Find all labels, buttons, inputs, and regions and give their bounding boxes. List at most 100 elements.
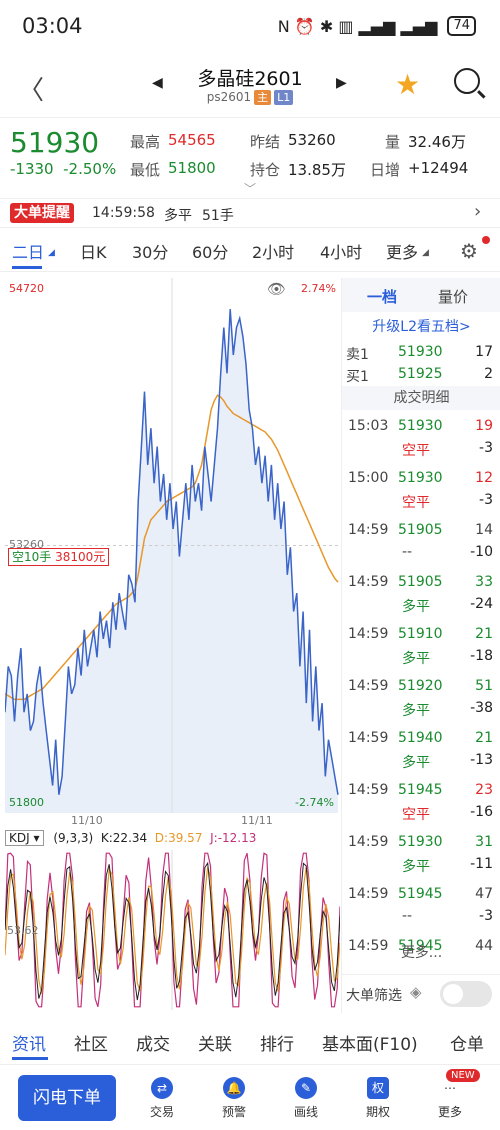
more-trades-link[interactable]: 更多... <box>342 942 500 962</box>
trade-row-stripe <box>342 906 500 932</box>
trade-volume: 19 <box>475 418 493 434</box>
trade-oi-change: -13 <box>470 752 493 768</box>
settings-gear-icon[interactable]: ⚙ <box>460 239 478 263</box>
x-axis-date-1: 11/10 <box>71 814 103 827</box>
kdj-j-value: -12.13 <box>217 831 257 845</box>
option-button[interactable]: 权期权 <box>348 1077 408 1120</box>
tab-two-day-dropdown-icon[interactable]: ◢ <box>48 248 55 258</box>
expand-chevron-icon[interactable]: ﹀ <box>244 180 256 197</box>
eye-icon[interactable]: 👁 <box>267 280 286 298</box>
trade-oi-change: -24 <box>470 596 493 612</box>
trade-time: 14:59 <box>348 522 389 538</box>
contract-code-text: ps2601 <box>206 90 252 104</box>
battery-icon: 74 <box>447 16 476 36</box>
trade-time: 14:59 <box>348 886 389 902</box>
draw-button[interactable]: ✎ 画线 <box>276 1077 336 1120</box>
trade-price: 51920 <box>398 678 443 694</box>
next-contract-icon[interactable]: ▶ <box>336 75 347 91</box>
bid-price: 51925 <box>398 366 443 382</box>
trade-button[interactable]: ⇄ 交易 <box>132 1077 192 1120</box>
ask-label: 卖1 <box>346 347 369 363</box>
flash-order-button[interactable]: 闪电下单 <box>18 1075 116 1121</box>
filter-toggle[interactable] <box>440 981 492 1007</box>
tab-2h[interactable]: 2小时 <box>252 239 294 263</box>
tab-fundamentals[interactable]: 基本面(F10) <box>322 1030 418 1055</box>
trade-row: 14:59 51905 14 -- -10 <box>342 518 500 570</box>
trade-volume: 31 <box>475 834 493 850</box>
trade-price: 51930 <box>398 418 443 434</box>
upgrade-l2-link[interactable]: 升级L2看五档> <box>342 316 500 336</box>
filter-settings-icon[interactable]: ◈ <box>410 983 422 1001</box>
trade-type: 多平 <box>402 859 430 875</box>
tab-more-dropdown-icon[interactable]: ◢ <box>422 248 429 258</box>
kdj-ref-value: 53.62 <box>7 924 39 937</box>
trade-price: 51905 <box>398 522 443 538</box>
trade-time: 14:59 <box>348 626 389 642</box>
title-bar: 〈 ◀ 多晶硅2601 ps2601 主 L1 ▶ ★ <box>0 56 500 118</box>
contract-code: ps2601 主 L1 <box>0 90 500 105</box>
tab-ranking[interactable]: 排行 <box>260 1030 294 1055</box>
trade-volume: 12 <box>475 470 493 486</box>
status-bar: 03:04 N ⏰ ✱ ▥ ▂▄▆ ▂▄▆ 74 <box>0 0 500 56</box>
active-tab-underline <box>12 266 42 269</box>
kdj-indicator[interactable]: KDJ ▾ (9,3,3) K:22.34 D:39.57 J:-12.13 5… <box>5 828 340 1013</box>
quote-panel: 51930 -1330 -2.50% 最高 54565 最低 51800 昨结 … <box>0 118 500 196</box>
trade-row: 14:59 51940 21 多平 -13 <box>342 726 500 778</box>
more-button[interactable]: ⋯ 更多 <box>420 1077 480 1120</box>
chart-canvas <box>5 278 340 813</box>
y-axis-bottom-price: 51800 <box>9 796 44 809</box>
signal-icons: N ⏰ ✱ ▥ ▂▄▆ ▂▄▆ <box>277 16 438 36</box>
trade-time: 14:59 <box>348 678 389 694</box>
tab-two-day[interactable]: 二日 <box>12 239 44 263</box>
notification-dot <box>482 236 490 244</box>
tab-related[interactable]: 关联 <box>198 1030 232 1055</box>
volume-value: 32.46万 <box>408 133 466 151</box>
alert-type: 多平 <box>164 208 192 224</box>
trade-type: -- <box>402 544 413 560</box>
tab-trades[interactable]: 成交 <box>136 1030 170 1055</box>
trade-type: 多平 <box>402 703 430 719</box>
tab-more[interactable]: 更多 <box>386 239 418 263</box>
tab-warehouse[interactable]: 仓单 <box>450 1030 484 1055</box>
daily-change-label: 日增 <box>370 161 401 179</box>
tab-community[interactable]: 社区 <box>74 1030 108 1055</box>
tab-4h[interactable]: 4小时 <box>320 239 362 263</box>
trade-price: 51930 <box>398 834 443 850</box>
tab-news[interactable]: 资讯 <box>12 1030 46 1055</box>
tab-level1[interactable]: 一档 <box>367 286 397 307</box>
tab-60min[interactable]: 60分 <box>192 239 228 263</box>
trade-row: 14:59 51945 47 -- -3 <box>342 882 500 934</box>
big-order-alert[interactable]: 大单提醒 14:59:58 多平 51手 › <box>0 198 500 228</box>
clock: 03:04 <box>22 14 83 38</box>
intraday-chart[interactable]: 54720 2.74% 👁 53260 空10手 38100元 51800 -2… <box>5 278 340 827</box>
new-badge: NEW <box>446 1069 480 1082</box>
volume-label: 量 <box>385 133 401 151</box>
marker-value: 38100元 <box>55 550 106 564</box>
trade-time: 14:59 <box>348 574 389 590</box>
kdj-selector[interactable]: KDJ ▾ <box>5 830 44 846</box>
search-icon[interactable] <box>454 68 480 94</box>
alert-button[interactable]: 🔔 预警 <box>204 1077 264 1120</box>
trade-type: 多平 <box>402 755 430 771</box>
trade-row: 15:00 51930 12 空平 -3 <box>342 466 500 518</box>
trade-row: 14:59 51945 23 空平 -16 <box>342 778 500 830</box>
trade-type: 多平 <box>402 651 430 667</box>
option-label: 期权 <box>365 1105 390 1119</box>
trade-time: 14:59 <box>348 782 389 798</box>
big-order-marker[interactable]: 空10手 38100元 <box>8 548 110 566</box>
tab-30min[interactable]: 30分 <box>132 239 168 263</box>
trade-price: 51905 <box>398 574 443 590</box>
tab-daily[interactable]: 日K <box>80 239 107 263</box>
tab-volume-price[interactable]: 量价 <box>438 286 468 307</box>
trade-oi-change: -3 <box>479 908 493 924</box>
open-interest-label: 持仓 <box>250 161 281 179</box>
marker-label: 空10手 <box>12 550 52 564</box>
level-tag: L1 <box>274 90 294 105</box>
trade-time: 14:59 <box>348 730 389 746</box>
period-tabs: 二日 ◢ 日K 30分 60分 2小时 4小时 更多 ◢ ⚙ <box>0 230 500 272</box>
high-label: 最高 <box>130 133 161 151</box>
trade-volume: 23 <box>475 782 493 798</box>
favorite-star-icon[interactable]: ★ <box>395 68 420 101</box>
change-pct: -2.50% <box>63 160 117 178</box>
price-change: -1330 -2.50% <box>10 160 116 178</box>
